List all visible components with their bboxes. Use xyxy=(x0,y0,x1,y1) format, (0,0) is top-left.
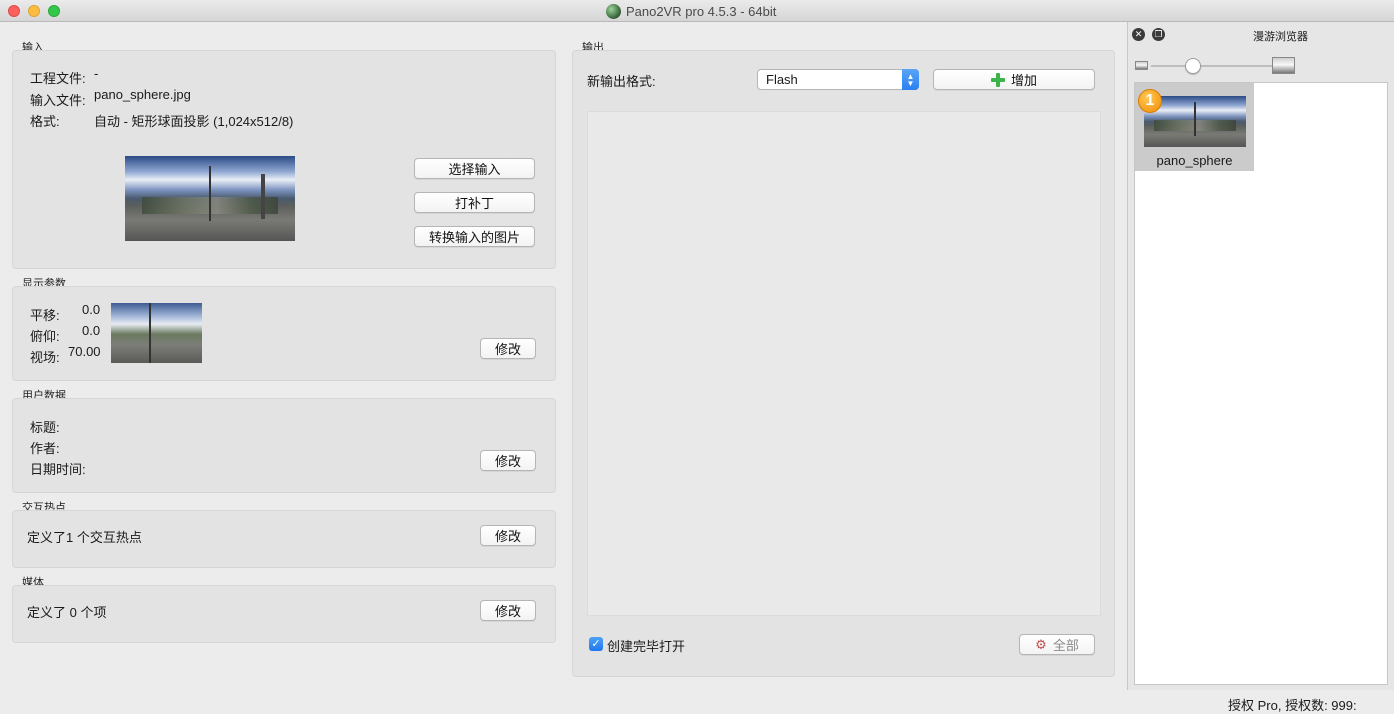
chevron-updown-icon: ▲ ▼ xyxy=(902,69,919,90)
fov-label: 视场: xyxy=(30,350,60,365)
project-file-value: - xyxy=(94,66,99,81)
select-input-button[interactable]: 选择输入 xyxy=(414,158,535,179)
license-status: 授权 Pro, 授权数: 999: xyxy=(1228,698,1357,713)
output-format-selected: Flash xyxy=(766,72,798,87)
float-window-icon[interactable]: ❐ xyxy=(1152,28,1165,41)
close-icon[interactable]: ✕ xyxy=(1132,28,1145,41)
tour-node-card[interactable]: 1 pano_sphere xyxy=(1135,83,1254,171)
build-all-label: 全部 xyxy=(1052,638,1079,653)
thumbnail-size-slider-knob[interactable] xyxy=(1185,58,1201,74)
input-panorama-thumbnail xyxy=(125,156,295,241)
add-output-label: 增加 xyxy=(1010,73,1037,88)
small-thumbnail-icon[interactable] xyxy=(1135,61,1148,70)
tilt-label: 俯仰: xyxy=(30,329,60,344)
build-all-button[interactable]: ⚙ 全部 xyxy=(1019,634,1095,655)
thumbnail-size-slider-track[interactable] xyxy=(1151,65,1273,67)
title-bar: Pano2VR pro 4.5.3 - 64bit xyxy=(0,0,1394,22)
add-output-button[interactable]: 增加 xyxy=(933,69,1095,90)
window-close-button[interactable] xyxy=(8,5,20,17)
view-preview-thumbnail xyxy=(111,303,202,363)
window-title: Pano2VR pro 4.5.3 - 64bit xyxy=(626,4,777,19)
window-minimize-button[interactable] xyxy=(28,5,40,17)
patch-button[interactable]: 打补丁 xyxy=(414,192,535,213)
author-label: 作者: xyxy=(30,441,60,456)
datetime-label: 日期时间: xyxy=(30,462,86,477)
display-panel: 平移: 0.0 俯仰: 0.0 视场: 70.00 修改 xyxy=(12,286,556,381)
user-data-panel: 标题: 作者: 日期时间: 修改 xyxy=(12,398,556,493)
app-icon xyxy=(606,4,621,19)
input-file-value: pano_sphere.jpg xyxy=(94,87,191,102)
tour-thumbnails-area[interactable]: 1 pano_sphere xyxy=(1134,82,1388,685)
open-after-create-checkbox[interactable]: ✓ xyxy=(589,637,603,651)
project-file-label: 工程文件: xyxy=(30,71,86,86)
new-output-format-label: 新输出格式: xyxy=(587,74,656,89)
convert-input-image-button[interactable]: 转换输入的图片 xyxy=(414,226,535,247)
media-summary: 定义了 0 个项 xyxy=(27,605,107,620)
input-file-label: 输入文件: xyxy=(30,93,86,108)
open-after-create-label: 创建完毕打开 xyxy=(607,639,686,654)
tour-browser-pane: ✕ ❐ 漫游浏览器 1 pano_sphere xyxy=(1127,22,1394,690)
pan-label: 平移: xyxy=(30,308,60,323)
format-value: 自动 - 矩形球面投影 (1,024x512/8) xyxy=(94,114,294,129)
pan-value: 0.0 xyxy=(82,302,101,317)
fov-value: 70.00 xyxy=(68,344,101,359)
status-bar: 授权 Pro, 授权数: 999: xyxy=(0,690,1394,714)
media-modify-button[interactable]: 修改 xyxy=(480,600,536,621)
display-modify-button[interactable]: 修改 xyxy=(480,338,536,359)
output-panel: 新输出格式: Flash ▲ ▼ 增加 ✓ 创建完毕打开 ⚙ 全部 xyxy=(572,50,1115,677)
gears-icon: ⚙ xyxy=(1035,636,1047,652)
user-data-modify-button[interactable]: 修改 xyxy=(480,450,536,471)
format-label: 格式: xyxy=(30,114,60,129)
window-zoom-button[interactable] xyxy=(48,5,60,17)
output-format-select[interactable]: Flash ▲ ▼ xyxy=(757,69,919,90)
media-panel: 定义了 0 个项 修改 xyxy=(12,585,556,643)
tour-browser-title: 漫游浏览器 xyxy=(1253,31,1308,43)
title-label: 标题: xyxy=(30,420,60,435)
node-number-badge: 1 xyxy=(1138,89,1162,113)
output-formats-list[interactable] xyxy=(587,111,1101,616)
hotspots-modify-button[interactable]: 修改 xyxy=(480,525,536,546)
hotspots-summary: 定义了1 个交互热点 xyxy=(27,530,142,545)
plus-icon xyxy=(990,72,1005,87)
tilt-value: 0.0 xyxy=(82,323,101,338)
hotspots-panel: 定义了1 个交互热点 修改 xyxy=(12,510,556,568)
tour-node-label: pano_sphere xyxy=(1156,153,1233,168)
input-panel: 工程文件: - 输入文件: pano_sphere.jpg 格式: 自动 - 矩… xyxy=(12,50,556,269)
large-thumbnail-icon[interactable] xyxy=(1272,57,1295,74)
